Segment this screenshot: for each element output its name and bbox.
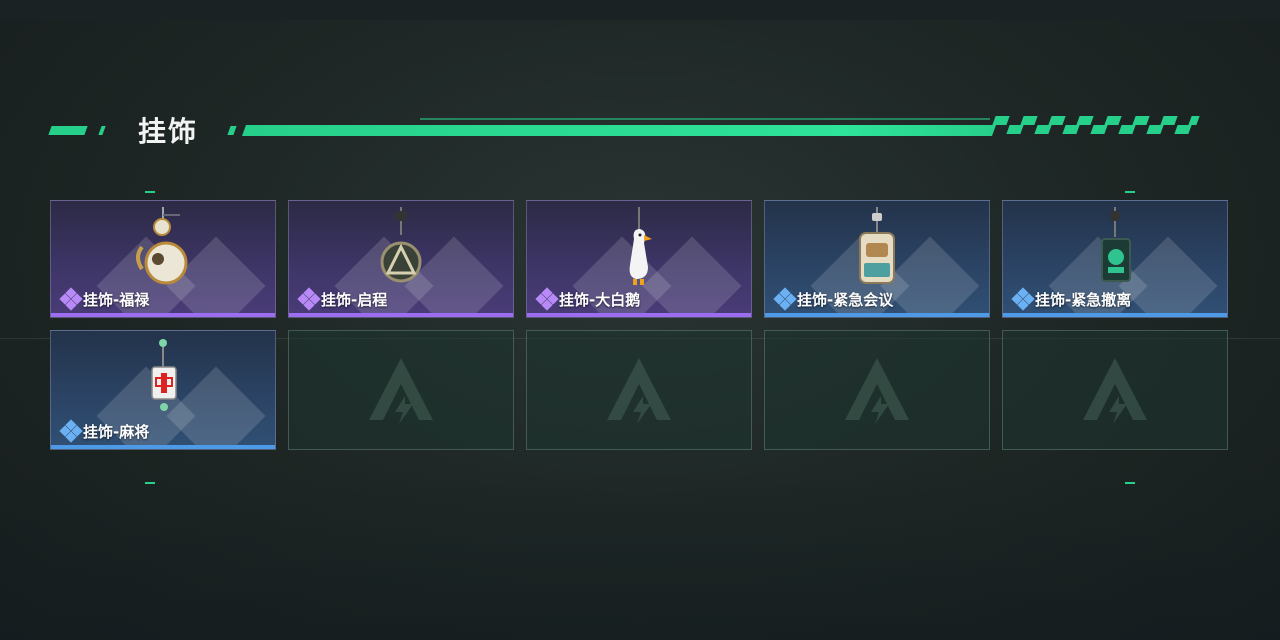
header-accent-left-small [98,126,106,135]
gourd-charm-icon [136,207,188,285]
rarity-diamond-icon [59,419,83,443]
white-goose-charm-icon [629,207,652,285]
section-header: 挂饰 [0,100,1280,160]
mahjong-tile-charm-icon [151,339,177,411]
rarity-diamond-icon [773,287,797,311]
game-logo-icon [607,358,671,424]
green-emblem-charm-icon [1101,207,1131,282]
charm-slot-jinji-huiyi[interactable]: 挂饰-紧急会议 [764,200,990,318]
charm-slot-dabaie[interactable]: 挂饰-大白鹅 [526,200,752,318]
rarity-diamond-icon [535,287,559,311]
corner-tick [145,482,155,484]
charm-name: 挂饰-麻将 [83,423,150,441]
header-accent-left [48,126,88,135]
header-thin-line [420,118,990,120]
corner-tick [1125,191,1135,193]
corner-tick [1125,482,1135,484]
rarity-diamond-icon [59,287,83,311]
compass-ring-charm-icon [380,207,422,283]
section-title: 挂饰 [138,115,199,148]
charm-grid: 挂饰-福禄 挂饰-启程 挂饰-大白鹅 挂饰-紧急会议 挂饰-紧急撤离 挂饰-麻将 [50,200,1230,450]
game-logo-icon [845,358,909,424]
charm-name: 挂饰-大白鹅 [559,291,641,309]
rarity-strip [765,313,989,317]
charm-name: 挂饰-福禄 [83,291,150,309]
rarity-strip [289,313,513,317]
background-shade [0,470,1280,640]
empty-charm-slot[interactable] [288,330,514,450]
rarity-diamond-icon [297,287,321,311]
charm-slot-fulu[interactable]: 挂饰-福禄 [50,200,276,318]
header-checker-pattern [992,116,1204,136]
top-bar [0,0,1280,20]
empty-charm-slot[interactable] [1002,330,1228,450]
game-logo-icon [1083,358,1147,424]
empty-charm-slot[interactable] [764,330,990,450]
charm-name: 挂饰-紧急会议 [797,291,894,309]
charm-name: 挂饰-紧急撤离 [1035,291,1132,309]
rarity-strip [1003,313,1227,317]
header-accent-bar [241,125,997,136]
corner-tick [145,191,155,193]
game-logo-icon [369,358,433,424]
charm-slot-majiang[interactable]: 挂饰-麻将 [50,330,276,450]
charm-slot-jinji-cheli[interactable]: 挂饰-紧急撤离 [1002,200,1228,318]
charm-name: 挂饰-启程 [321,291,388,309]
charm-slot-qicheng[interactable]: 挂饰-启程 [288,200,514,318]
rarity-strip [527,313,751,317]
rarity-strip [51,445,275,449]
rarity-diamond-icon [1011,287,1035,311]
rarity-strip [51,313,275,317]
header-accent-small [227,126,237,135]
empty-charm-slot[interactable] [526,330,752,450]
character-badge-charm-icon [859,207,895,284]
